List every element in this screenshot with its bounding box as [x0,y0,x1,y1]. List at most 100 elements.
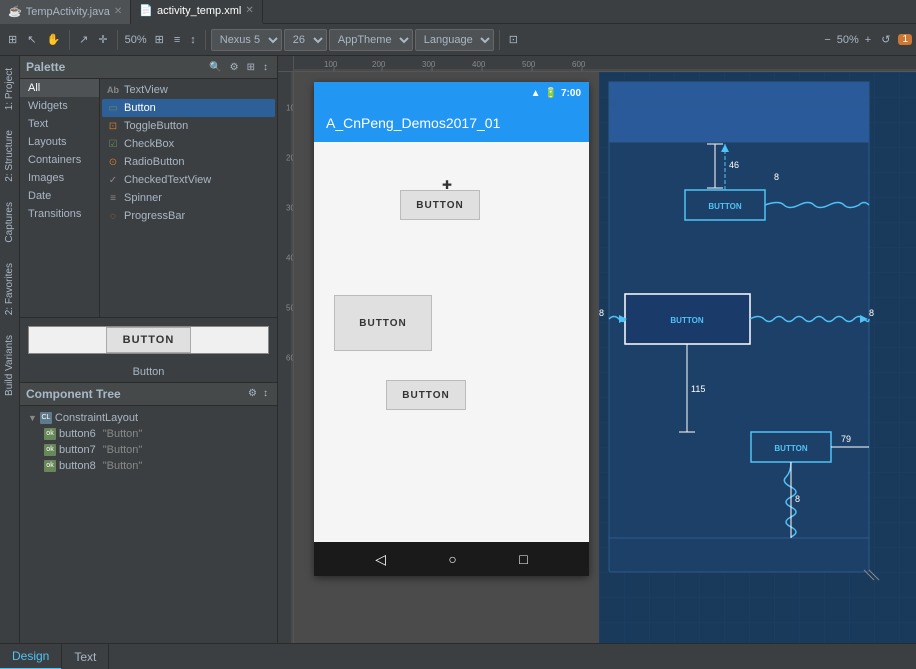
palette-textview[interactable]: Ab TextView [102,81,275,99]
zoom-out-btn[interactable]: − [820,32,834,48]
svg-text:BUTTON: BUTTON [670,316,703,325]
radiobutton-icon: ⊙ [106,155,120,169]
phone-nav-bar: ◁ ○ □ [314,542,589,576]
tree-sort-btn[interactable]: ↕ [260,387,271,400]
tree-expand-icon[interactable]: ▼ [28,413,37,423]
align2-btn[interactable]: ≡ [170,32,184,48]
move-btn[interactable]: ✛ [94,31,111,48]
checkedtextview-label: CheckedTextView [124,174,211,186]
time-label: 7:00 [561,88,581,99]
tree-header: Component Tree ⚙ ↕ [20,383,277,406]
phone-button8[interactable]: BUTTON [386,380,466,410]
api-dropdown[interactable]: 26 [284,29,327,51]
palette-sort-btn[interactable]: ↕ [260,61,271,74]
palette-button[interactable]: ▭ Button [102,99,275,117]
palette-progressbar[interactable]: ◌ ProgressBar [102,207,275,225]
button7-icon: ok [44,444,56,456]
device-dropdown[interactable]: Nexus 5 [211,29,282,51]
cat-date[interactable]: Date [20,187,99,205]
recents-btn[interactable]: □ [519,551,527,567]
palette-toggle-btn[interactable]: ⊞ [4,31,21,48]
cat-transitions[interactable]: Transitions [20,205,99,223]
checkbox-label: CheckBox [124,138,174,150]
spinner-icon: ≡ [106,191,120,205]
progressbar-label: ProgressBar [124,210,185,222]
canvas-area: 100 200 300 400 500 600 [278,56,916,643]
cat-text[interactable]: Text [20,115,99,133]
svg-text:500: 500 [522,60,536,69]
cat-layouts[interactable]: Layouts [20,133,99,151]
cat-containers[interactable]: Containers [20,151,99,169]
textview-label: TextView [124,84,168,96]
hand-btn[interactable]: ✋ [42,31,64,48]
phone-button7[interactable]: BUTTON [334,295,432,351]
xml-icon: 📄 [139,4,153,17]
canvas-scroll[interactable]: ▲ 🔋 7:00 A_CnPeng_Demos2017_01 BUTTON [294,72,916,643]
spinner-label: Spinner [124,192,162,204]
svg-text:46: 46 [729,160,739,170]
back-btn[interactable]: ◁ [375,551,386,568]
palette-togglebutton[interactable]: ⊡ ToggleButton [102,117,275,135]
tab-java-close[interactable]: ✕ [114,6,122,17]
align-btn[interactable]: ⊞ [151,31,168,48]
tab-xml[interactable]: 📄 activity_temp.xml ✕ [131,0,262,24]
preview-panel: BUTTON Button [20,317,277,382]
svg-text:100: 100 [286,104,294,113]
theme-dropdown[interactable]: AppTheme [329,29,413,51]
palette-spinner[interactable]: ≡ Spinner [102,189,275,207]
button-label: Button [124,102,156,114]
palette-search-btn[interactable]: 🔍 [206,61,224,74]
phone-button6[interactable]: BUTTON [400,190,480,220]
svg-text:8: 8 [599,308,604,318]
tab-java[interactable]: ☕ TempActivity.java ✕ [0,0,131,24]
tab-design[interactable]: Design [0,644,62,669]
java-icon: ☕ [8,5,22,18]
cat-widgets[interactable]: Widgets [20,97,99,115]
canvas-body: 100 200 300 400 500 600 ▲ [278,72,916,643]
togglebutton-icon: ⊡ [106,119,120,133]
cat-all[interactable]: All [20,79,99,97]
margin-btn[interactable]: ↕ [186,32,200,48]
palette-radiobutton[interactable]: ⊙ RadioButton [102,153,275,171]
tree-constraint-layout[interactable]: ▼ CL ConstraintLayout [24,410,273,426]
build-variants-tab[interactable]: Build Variants [2,327,17,404]
tab-text[interactable]: Text [62,644,109,669]
button8-name: "Button" [103,460,143,472]
svg-text:100: 100 [324,60,338,69]
select-btn[interactable]: ↗ [75,31,92,48]
palette-layout-btn[interactable]: ⊞ [244,61,258,74]
tree-settings-btn[interactable]: ⚙ [245,387,260,400]
button7-label: button7 [59,444,96,456]
toolbar-sep4 [499,30,500,50]
tree-button7[interactable]: ok button7 "Button" [24,442,273,458]
tree-button8[interactable]: ok button8 "Button" [24,458,273,474]
textview-icon: Ab [106,83,120,97]
project-tab[interactable]: 1: Project [2,60,17,118]
svg-text:200: 200 [372,60,386,69]
svg-text:8: 8 [774,172,779,182]
svg-text:8: 8 [869,308,874,318]
palette-checkbox[interactable]: ☑ CheckBox [102,135,275,153]
zoom-in-btn[interactable]: + [861,32,875,48]
svg-text:8: 8 [795,494,800,504]
tab-xml-close[interactable]: ✕ [245,5,253,16]
structure-tab[interactable]: 2: Structure [2,122,17,190]
refresh-btn[interactable]: ↺ [877,31,894,48]
phone-status-bar: ▲ 🔋 7:00 [314,82,589,104]
left-vertical-tabs: 1: Project 2: Structure Captures 2: Favo… [0,56,20,643]
palette-settings-btn[interactable]: ⚙ [227,61,242,74]
home-btn[interactable]: ○ [448,551,456,567]
cat-images[interactable]: Images [20,169,99,187]
svg-text:115: 115 [691,384,705,394]
language-dropdown[interactable]: Language [415,29,494,51]
layout-view-btn[interactable]: ⊡ [505,31,522,48]
tree-button6[interactable]: ok button6 "Button" [24,426,273,442]
favorites-tab[interactable]: 2: Favorites [2,255,17,323]
cursor-btn[interactable]: ↖ [23,31,40,48]
constraint-layout-label: ConstraintLayout [55,412,138,424]
svg-text:600: 600 [572,60,586,69]
button6-icon: ok [44,428,56,440]
toolbar-sep1 [69,30,70,50]
palette-checkedtextview[interactable]: ✓ CheckedTextView [102,171,275,189]
captures-tab[interactable]: Captures [2,194,17,251]
